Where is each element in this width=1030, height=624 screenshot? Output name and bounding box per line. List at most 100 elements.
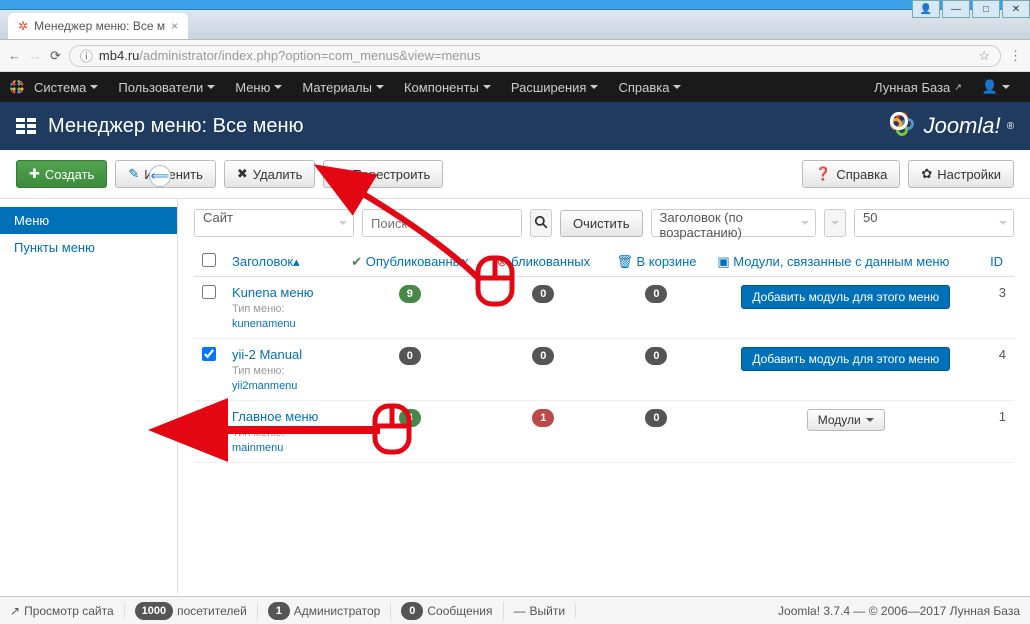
published-badge[interactable]: 4 (399, 409, 421, 427)
select-all-checkbox[interactable] (202, 253, 216, 267)
nav-usermenu[interactable]: 👤 (972, 72, 1020, 102)
browser-menu-icon[interactable]: ⋮ (1009, 48, 1022, 64)
header-label: В корзине (636, 254, 696, 269)
unpublished-badge[interactable]: 0 (532, 285, 554, 303)
limit-select[interactable]: 50 (854, 209, 1014, 237)
col-title[interactable]: Заголовок▴ (224, 247, 337, 277)
sort-direction-button[interactable] (824, 209, 846, 237)
col-published[interactable]: ✔ Опубликованных (337, 247, 484, 277)
menu-type-link[interactable]: yii2manmenu (232, 380, 297, 392)
caret-down-icon (831, 221, 839, 225)
table-row: yii-2 Manual Тип меню: yii2manmenu 0 0 0… (194, 339, 1014, 401)
modules-dropdown[interactable]: Модули (807, 409, 885, 431)
row-checkbox[interactable] (202, 409, 216, 423)
options-button[interactable]: ✿Настройки (908, 160, 1014, 188)
window-close-icon[interactable]: ✕ (1002, 0, 1030, 18)
window-maximize-icon[interactable]: □ (972, 0, 1000, 18)
help-button[interactable]: ❓Справка (802, 160, 900, 188)
rebuild-button[interactable]: ↻Перестроить (323, 160, 443, 188)
nav-users[interactable]: Пользователи (108, 72, 225, 102)
row-checkbox[interactable] (202, 285, 216, 299)
sort-select[interactable]: Заголовок (по возрастанию) (651, 209, 817, 237)
nav-extensions[interactable]: Расширения (501, 72, 609, 102)
menus-table: Заголовок▴ ✔ Опубликованных ⊗ бликованны… (194, 247, 1014, 463)
nav-label: Пользователи (118, 80, 203, 95)
messages-badge: 0 (401, 602, 423, 620)
menu-type-link[interactable]: mainmenu (232, 442, 283, 454)
button-label: Настройки (937, 167, 1001, 182)
col-unpublished[interactable]: ⊗ бликованных (483, 247, 603, 277)
menu-title-link[interactable]: Главное меню (232, 409, 318, 424)
status-label: Сообщения (427, 604, 492, 618)
search-button[interactable] (530, 209, 552, 237)
window-user-icon[interactable]: 👤 (912, 0, 940, 18)
search-input[interactable] (362, 209, 522, 237)
create-button[interactable]: ✚Создать (16, 160, 107, 188)
unpublished-badge[interactable]: 1 (532, 409, 554, 427)
browser-tabstrip: ✲ Менеджер меню: Все м × (0, 10, 1030, 40)
tab-close-icon[interactable]: × (171, 19, 178, 33)
add-module-button[interactable]: Добавить модуль для этого меню (741, 347, 950, 371)
check-icon: ✔ (351, 254, 362, 269)
user-icon: 👤 (982, 79, 998, 95)
caret-down-icon (999, 221, 1007, 225)
nav-label: Меню (235, 80, 270, 95)
delete-button[interactable]: ✖Удалить (224, 160, 316, 188)
info-icon[interactable]: ⓘ (80, 46, 93, 65)
logout-link[interactable]: —Выйти (514, 604, 577, 618)
sidebar-item-menus[interactable]: Меню (0, 207, 177, 234)
nav-reload-icon[interactable]: ⟳ (50, 48, 61, 64)
nav-sitename[interactable]: Лунная База↗ (864, 72, 972, 102)
window-minimize-icon[interactable]: — (942, 0, 970, 18)
collapse-sidebar-icon[interactable]: ⟸ (149, 165, 171, 187)
trashed-badge[interactable]: 0 (645, 285, 667, 303)
joomla-icon[interactable] (10, 80, 24, 94)
add-module-button[interactable]: Добавить модуль для этого меню (741, 285, 950, 309)
client-select[interactable]: Сайт (194, 209, 354, 237)
col-trashed[interactable]: 🗑 В корзине (604, 247, 710, 277)
published-badge[interactable]: 0 (399, 347, 421, 365)
browser-tab[interactable]: ✲ Менеджер меню: Все м × (8, 13, 188, 39)
logout-icon: — (514, 604, 526, 618)
filter-bar: Сайт Очистить Заголовок (по возрастанию)… (194, 209, 1014, 237)
menu-title-link[interactable]: yii-2 Manual (232, 347, 302, 362)
content: Сайт Очистить Заголовок (по возрастанию)… (178, 199, 1030, 593)
trashed-badge[interactable]: 0 (645, 409, 667, 427)
caret-down-icon (673, 85, 681, 89)
menu-type-link[interactable]: kunenamenu (232, 318, 296, 330)
nav-menus[interactable]: Меню (225, 72, 292, 102)
clear-button[interactable]: Очистить (560, 210, 643, 237)
admin-counter[interactable]: 1Администратор (268, 602, 392, 620)
sidebar-item-menu-items[interactable]: Пункты меню (0, 234, 177, 261)
url-path: /administrator/index.php?option=com_menu… (139, 48, 480, 63)
nav-components[interactable]: Компоненты (394, 72, 501, 102)
menu-title-link[interactable]: Kunena меню (232, 285, 314, 300)
messages-counter[interactable]: 0 Сообщения (401, 602, 503, 620)
nav-help[interactable]: Справка (608, 72, 691, 102)
col-id[interactable]: ID (982, 247, 1014, 277)
status-label: Просмотр сайта (24, 604, 114, 618)
nav-label: Расширения (511, 80, 587, 95)
visitors-counter[interactable]: 1000посетителей (135, 602, 258, 620)
close-icon: ✖ (237, 166, 248, 182)
bookmark-star-icon[interactable]: ☆ (978, 48, 990, 64)
url-input[interactable]: ⓘ mb4.ru/administrator/index.php?option=… (69, 45, 1001, 67)
nav-forward-icon[interactable]: → (29, 48, 42, 63)
table-row: Kunena меню Тип меню: kunenamenu 9 0 0 Д… (194, 277, 1014, 339)
nav-content[interactable]: Материалы (292, 72, 394, 102)
row-checkbox[interactable] (202, 347, 216, 361)
nav-label: Система (34, 80, 86, 95)
status-label: посетителей (177, 604, 247, 618)
url-host: mb4.ru (99, 48, 139, 63)
admin-topnav: Система Пользователи Меню Материалы Комп… (0, 72, 1030, 102)
joomla-brand[interactable]: Joomla!® (890, 112, 1014, 140)
trashed-badge[interactable]: 0 (645, 347, 667, 365)
unpublished-badge[interactable]: 0 (532, 347, 554, 365)
header-label: Опубликованных (366, 254, 469, 269)
published-badge[interactable]: 9 (399, 285, 421, 303)
nav-back-icon[interactable]: ← (8, 48, 21, 63)
nav-system[interactable]: Система (24, 72, 108, 102)
refresh-icon: ↻ (336, 166, 347, 182)
menu-type-label: Тип меню: (232, 427, 284, 439)
preview-site-link[interactable]: ↗Просмотр сайта (10, 604, 125, 618)
